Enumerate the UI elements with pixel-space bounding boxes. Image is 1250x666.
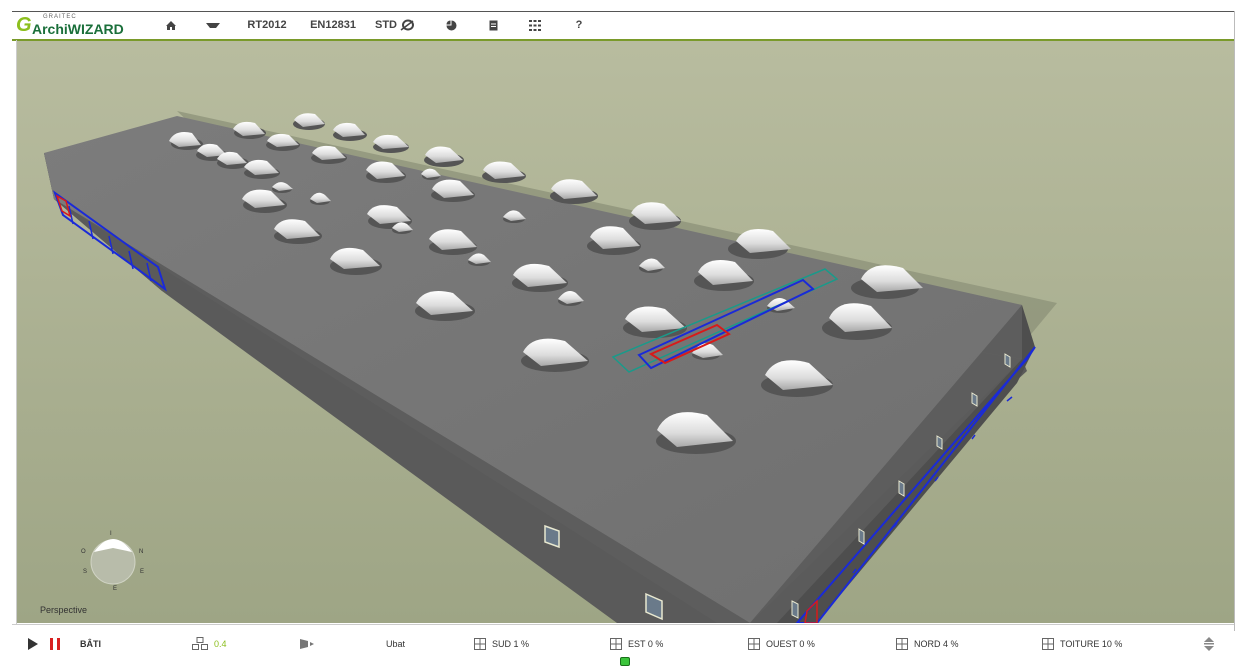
en12831-menu[interactable]: EN12831 xyxy=(308,16,358,34)
facade-nord[interactable]: NORD 4 % xyxy=(896,636,959,652)
pause-icon xyxy=(50,638,60,650)
facade-ouest-label: OUEST 0 % xyxy=(766,639,815,649)
grid-icon xyxy=(529,19,541,31)
window-icon xyxy=(1042,638,1054,650)
sun-toggle[interactable] xyxy=(300,636,320,652)
std-menu-label: STD xyxy=(375,19,397,31)
brand-name: ArchiWIZARD xyxy=(32,21,124,37)
rooms-value: 0.4 xyxy=(214,639,227,649)
play-button[interactable] xyxy=(28,636,44,652)
facade-est-label: EST 0 % xyxy=(628,639,664,649)
eye-icon xyxy=(206,22,220,28)
building-label[interactable]: BÂTI xyxy=(80,636,101,652)
window-icon xyxy=(610,638,622,650)
home-button[interactable] xyxy=(162,16,180,34)
window-icon xyxy=(474,638,486,650)
status-indicator-icon xyxy=(620,657,630,666)
right-divider xyxy=(1234,11,1235,631)
leaf-icon xyxy=(400,19,414,31)
sun-direction-icon xyxy=(300,639,314,649)
rooms-icon xyxy=(192,637,208,650)
expand-panel-button[interactable] xyxy=(1204,636,1220,652)
pause-button[interactable] xyxy=(50,636,66,652)
rt2012-menu[interactable]: RT2012 xyxy=(244,16,290,34)
facade-sud[interactable]: SUD 1 % xyxy=(474,636,529,652)
expand-arrows-icon xyxy=(1204,637,1214,651)
compass-north-label: N xyxy=(139,549,143,555)
brand-logo: G GRAITEC ArchiWIZARD xyxy=(16,14,141,37)
window-icon xyxy=(896,638,908,650)
facade-sud-label: SUD 1 % xyxy=(492,639,530,649)
scene-canvas[interactable] xyxy=(17,41,1234,623)
results-button[interactable] xyxy=(442,16,460,34)
brand-company: GRAITEC xyxy=(43,14,77,20)
main-toolbar: G GRAITEC ArchiWIZARD RT2012 EN12831 STD xyxy=(12,12,1234,41)
brand-mark: G xyxy=(16,14,32,36)
view-mode-label: Perspective xyxy=(40,605,88,615)
compass-widget[interactable]: I O N S E E xyxy=(77,524,149,596)
facade-ouest[interactable]: OUEST 0 % xyxy=(748,636,815,652)
document-icon xyxy=(489,20,497,30)
window-icon xyxy=(748,638,760,650)
pie-chart-icon xyxy=(446,20,456,30)
modules-button[interactable] xyxy=(526,16,544,34)
facade-toiture[interactable]: TOITURE 10 % xyxy=(1042,636,1122,652)
ubat-label[interactable]: Ubat xyxy=(386,636,405,652)
facade-toiture-label: TOITURE 10 % xyxy=(1060,639,1123,649)
compass-top-label: I xyxy=(110,531,112,537)
std-menu[interactable]: STD xyxy=(372,16,418,34)
play-icon xyxy=(28,638,38,650)
report-button[interactable] xyxy=(484,16,502,34)
compass-bottom-label: E xyxy=(113,586,117,592)
app-window: G GRAITEC ArchiWIZARD RT2012 EN12831 STD xyxy=(0,0,1250,666)
compass-west-label: O xyxy=(81,549,86,555)
view-button[interactable] xyxy=(204,16,222,34)
rooms-indicator[interactable]: 0.4 xyxy=(192,636,227,652)
help-button[interactable]: ? xyxy=(570,16,588,34)
3d-viewport[interactable]: Perspective I O N S E E xyxy=(17,41,1234,623)
compass-east-label: E xyxy=(140,569,144,575)
facade-nord-label: NORD 4 % xyxy=(914,639,959,649)
compass-south-label: S xyxy=(83,569,87,575)
facade-est[interactable]: EST 0 % xyxy=(610,636,663,652)
home-icon xyxy=(166,20,176,30)
